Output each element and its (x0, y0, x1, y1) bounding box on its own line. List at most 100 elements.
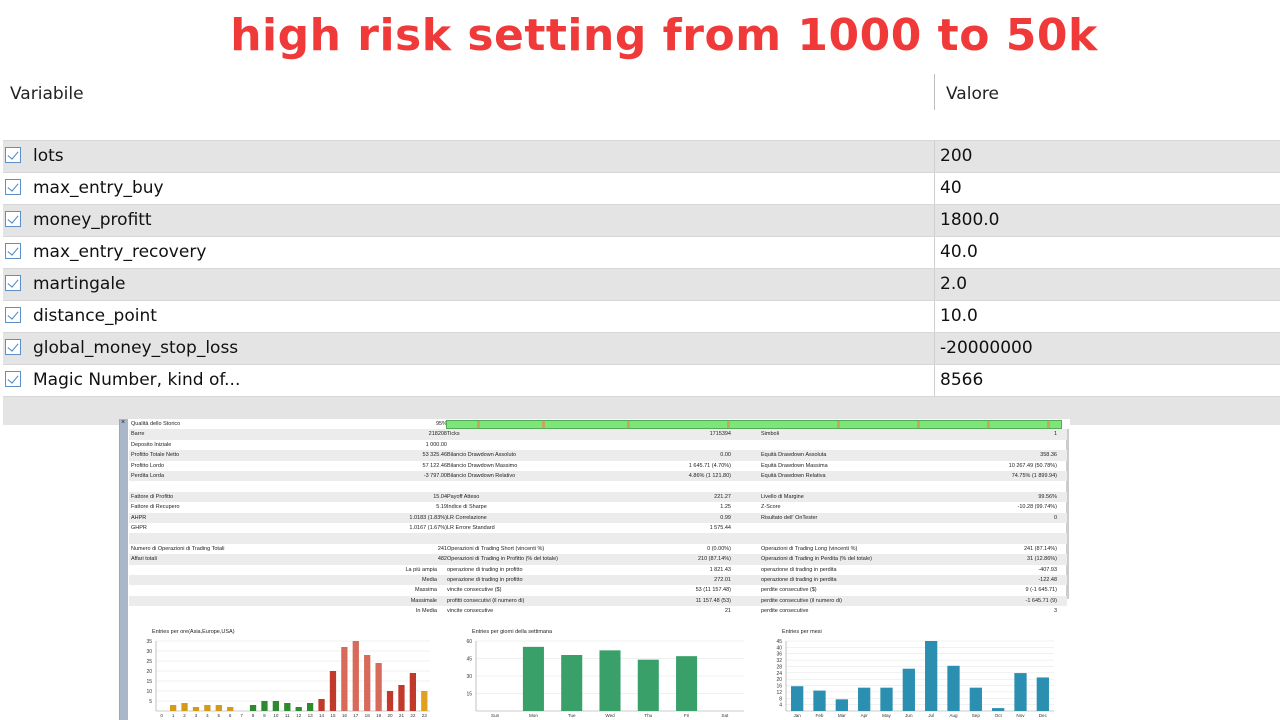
param-row[interactable]: martingale 2.0 (3, 268, 1280, 300)
column-divider (934, 269, 935, 300)
x-tick-label: 7 (240, 713, 243, 718)
param-value[interactable]: 200 (940, 146, 972, 166)
bar (318, 699, 325, 711)
bar (791, 686, 804, 711)
bar (227, 707, 234, 711)
checkbox-checked-icon[interactable] (5, 339, 21, 355)
quality-gap-mark (1047, 421, 1050, 428)
param-value[interactable]: 40 (940, 178, 962, 198)
x-tick-label: 22 (410, 713, 416, 718)
x-tick-label: Mar (838, 713, 846, 718)
bar (398, 685, 405, 711)
report-cell: -10.28 (99.74%) (1017, 504, 1057, 511)
bar (902, 668, 915, 711)
column-divider (934, 365, 935, 396)
bar (813, 690, 826, 711)
checkbox-checked-icon[interactable] (5, 307, 21, 323)
report-cell: Operazioni di Trading in Perdita (% del … (761, 556, 872, 563)
report-cell: 53 (11 157.48) (695, 587, 731, 594)
report-cell: 4.86% (1 121.80) (688, 473, 731, 479)
y-tick-label: 16 (776, 684, 782, 690)
param-value[interactable]: 2.0 (940, 274, 967, 294)
bar (181, 703, 188, 711)
report-cell: Fattore di Profitto (131, 493, 174, 500)
report-cell: operazione di trading in perdita (761, 577, 837, 583)
report-cell: 31 (12.86%) (1027, 556, 1057, 563)
param-value[interactable]: -20000000 (940, 338, 1033, 358)
bar (272, 701, 280, 711)
quality-gap-mark (837, 421, 840, 428)
x-tick-label: Nov (1016, 713, 1025, 718)
report-cell: Numero di Operazioni di Trading Totali (131, 545, 225, 552)
param-row[interactable]: Magic Number, kind of... 8566 (3, 364, 1280, 396)
report-cell: Risultato dell' OnTester (761, 514, 818, 521)
report-cell: 0.00 (720, 452, 731, 459)
report-cell: Bilancio Drawdown Relativo (447, 473, 516, 479)
bar (637, 659, 659, 711)
checkbox-checked-icon[interactable] (5, 371, 21, 387)
report-row: Fattore di Profitto 15.04 Payoff Atteso 221… (129, 491, 1067, 503)
report-cell: 9 (-1 645.71) (1025, 587, 1058, 594)
y-tick-label: 30 (466, 674, 472, 680)
param-row[interactable]: max_entry_recovery 40.0 (3, 236, 1280, 268)
column-divider (934, 333, 935, 364)
x-tick-label: Thu (644, 713, 652, 718)
checkbox-checked-icon[interactable] (5, 147, 21, 163)
report-cell: 1 645.71 (4.70%) (688, 462, 731, 469)
checkbox-checked-icon[interactable] (5, 179, 21, 195)
param-row[interactable]: lots 200 (3, 140, 1280, 172)
report-cell: 358.36 (1040, 452, 1057, 459)
report-cell: vincite consecutive (447, 608, 494, 615)
bar (329, 671, 337, 711)
report-cell: GHPR (131, 525, 147, 531)
report-cell: 1 575.44 (709, 525, 731, 531)
bar (352, 641, 359, 711)
report-cell: Profitto Lordo (131, 462, 165, 469)
param-row[interactable]: global_money_stop_loss -20000000 (3, 332, 1280, 364)
x-tick-label: Wed (605, 713, 615, 718)
report-row: GHPR 1.0167 (1.67%) LR Errore Standard 1 57… (129, 523, 1067, 533)
chart-months-svg: 45403632282420161284 Jan Feb Mar Apr May Jun Ju… (776, 639, 1054, 718)
report-cell: 1.0183 (1.83%) (409, 514, 447, 521)
param-row[interactable]: distance_point 10.0 (3, 300, 1280, 332)
param-row[interactable]: max_entry_buy 40 (3, 172, 1280, 204)
bar (261, 701, 268, 711)
close-icon[interactable]: × (121, 419, 125, 426)
report-cell: 218208 (428, 431, 447, 438)
y-tick-label: 30 (146, 649, 152, 655)
param-value[interactable]: 8566 (940, 370, 983, 390)
x-tick-label: Jan (793, 713, 801, 718)
backtest-report: × Qualità dello Storico 95% Barre 218208 Tic… (119, 419, 1070, 720)
report-cell: 272.01 (714, 577, 731, 583)
y-tick-label: 35 (146, 639, 152, 645)
bar (1014, 673, 1027, 711)
param-value[interactable]: 10.0 (940, 306, 978, 326)
param-value[interactable]: 40.0 (940, 242, 978, 262)
checkbox-checked-icon[interactable] (5, 211, 21, 227)
chart-weekdays: 60 45 30 15 Sun Mon Tue Wed Thu Fri Sat Entries per… (450, 629, 750, 720)
bar (1036, 677, 1049, 711)
report-cell: AHPR (131, 514, 147, 521)
checkbox-checked-icon[interactable] (5, 275, 21, 291)
y-tick-label: 28 (776, 664, 782, 670)
report-cell: 99.56% (1038, 493, 1057, 500)
bar (204, 705, 211, 711)
y-tick-label: 25 (146, 659, 152, 665)
bar (284, 703, 291, 711)
checkbox-checked-icon[interactable] (5, 243, 21, 259)
report-cell: Barre (131, 431, 145, 438)
report-cell: perdite consecutive (il numero di) (761, 597, 843, 604)
report-row: Numero di Operazioni di Trading Totali 24… (129, 544, 1067, 554)
param-row[interactable]: money_profitt 1800.0 (3, 204, 1280, 236)
report-row: Perdita Lorda -3 797.00 Bilancio Drawdown … (129, 471, 1067, 482)
bar (676, 656, 698, 711)
bar (522, 646, 544, 711)
param-name: max_entry_recovery (33, 242, 207, 262)
report-cell: 0.99 (720, 514, 731, 521)
page-title: high risk setting from 1000 to 50k (230, 10, 1098, 61)
report-cell: 1.25 (720, 504, 731, 511)
param-value[interactable]: 1800.0 (940, 210, 999, 230)
report-cell: Bilancio Drawdown Massimo (447, 462, 518, 469)
x-tick-label: 0 (160, 713, 163, 718)
report-cell: Affari totali (131, 556, 157, 563)
